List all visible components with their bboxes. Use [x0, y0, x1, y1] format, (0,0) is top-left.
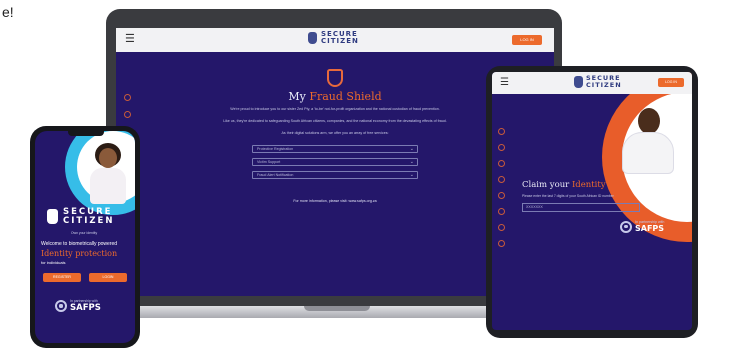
chevron-down-icon: ⌄	[409, 146, 414, 152]
doc-icon[interactable]	[498, 208, 505, 215]
phone-screen: SECURE CITIZEN Own your identity Welcome…	[35, 131, 135, 343]
login-button[interactable]: LOGIN	[89, 273, 127, 282]
title-accent: Fraud Shield	[309, 90, 382, 103]
bell-icon[interactable]	[498, 192, 505, 199]
title-plain: My	[288, 90, 306, 103]
person-photo-body	[90, 168, 126, 204]
intro-text-2: Like us, they're dedicated to safeguardi…	[223, 119, 447, 123]
partner-name: SAFPS	[635, 224, 665, 233]
safps-icon	[620, 220, 632, 233]
lock-icon	[574, 75, 583, 88]
service-label: Fraud Alert Notification	[257, 173, 294, 177]
logo-line-2: CITIZEN	[63, 215, 115, 226]
lock-icon	[308, 32, 317, 44]
secure-citizen-logo: SECURE CITIZEN	[47, 208, 114, 225]
shield-icon[interactable]	[498, 176, 505, 183]
safps-partner-logo: In partnership with SAFPS	[55, 299, 101, 313]
hero-subheading: for individuals	[41, 260, 66, 265]
secure-citizen-logo[interactable]: SECURE CITIZEN	[308, 31, 359, 45]
tablet-screen: ☰ SECURE CITIZEN LOG IN Claim your Ident…	[492, 72, 692, 330]
phone-notch	[68, 131, 104, 136]
id-digits-value: XXXXXXX	[526, 205, 543, 209]
register-button[interactable]: REGISTER	[43, 273, 81, 282]
service-label: Protective Registration	[257, 147, 294, 151]
claim-title-plain: Claim your	[522, 180, 570, 190]
person-photo-face	[99, 148, 117, 168]
logo-line-2: CITIZEN	[586, 80, 622, 89]
partner-name: SAFPS	[70, 303, 101, 313]
service-label: Victim Support	[257, 160, 281, 164]
claim-title-accent: Identity	[571, 180, 606, 190]
safps-icon	[55, 300, 67, 312]
claim-prompt: Please enter the last 7 digits of your S…	[522, 194, 614, 198]
lock-icon[interactable]	[498, 224, 505, 231]
user-icon[interactable]	[498, 160, 505, 167]
shield-icon[interactable]	[124, 111, 131, 118]
laptop-notch	[304, 306, 370, 311]
service-select-1[interactable]: Protective Registration ⌄	[252, 145, 418, 153]
service-select-2[interactable]: Victim Support ⌄	[252, 158, 418, 166]
person-photo-body	[622, 132, 674, 174]
tablet-sidebar	[498, 128, 505, 247]
safps-partner-logo: In partnership with SAFPS	[620, 220, 664, 233]
login-button[interactable]: LOG IN	[658, 78, 684, 87]
hamburger-icon[interactable]: ☰	[125, 34, 135, 45]
laptop-navbar: ☰ SECURE CITIZEN LOG IN	[116, 28, 554, 52]
hamburger-icon[interactable]: ☰	[500, 78, 509, 88]
id-digits-input[interactable]: XXXXXXX	[522, 203, 640, 212]
home-icon[interactable]	[498, 128, 505, 135]
login-button[interactable]: LOG IN	[512, 35, 542, 45]
claim-title: Claim your Identity	[522, 180, 606, 190]
lock-icon	[47, 209, 58, 224]
chevron-down-icon: ⌄	[409, 172, 414, 178]
secure-citizen-logo[interactable]: SECURE CITIZEN	[574, 75, 622, 88]
intro-text: We're proud to introduce you to our sist…	[230, 107, 440, 111]
logo-line-2: CITIZEN	[321, 37, 359, 45]
id-icon[interactable]	[498, 144, 505, 151]
person-photo-head	[638, 108, 660, 134]
fraud-shield-icon	[327, 69, 343, 87]
help-icon[interactable]	[498, 240, 505, 247]
hero-heading: Identity protection	[41, 249, 118, 258]
cropped-caption: e!	[2, 4, 14, 20]
intro-text-3: As their digital solutions arm, we offer…	[281, 131, 389, 135]
service-select-3[interactable]: Fraud Alert Notification ⌄	[252, 171, 418, 179]
chevron-down-icon: ⌄	[409, 159, 414, 165]
tablet-navbar: ☰ SECURE CITIZEN LOG IN	[492, 72, 692, 94]
tagline: Own your identity	[71, 231, 98, 235]
welcome-text: Welcome to biometrically powered	[41, 241, 118, 247]
